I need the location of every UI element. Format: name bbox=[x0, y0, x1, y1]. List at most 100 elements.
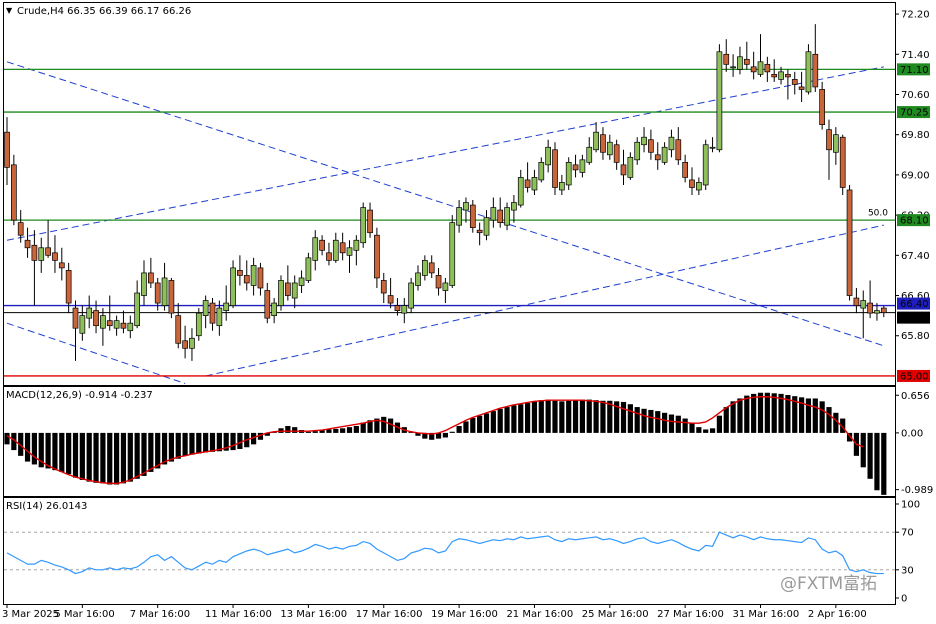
candle-body bbox=[65, 270, 72, 304]
candle bbox=[839, 134, 846, 196]
time-tick-label-4: 13 Mar 16:00 bbox=[280, 609, 347, 620]
macd-bar bbox=[867, 432, 873, 479]
macd-bar bbox=[45, 432, 51, 469]
candle-body bbox=[572, 164, 579, 171]
macd-bar bbox=[182, 432, 188, 456]
candle-body bbox=[449, 222, 456, 286]
candle-body bbox=[839, 136, 846, 188]
candle-body bbox=[798, 86, 805, 90]
candle-body bbox=[237, 270, 243, 276]
chart-header-title: Crude,H4 66.35 66.39 66.17 66.26 bbox=[17, 6, 191, 17]
macd-bar bbox=[586, 399, 592, 433]
macd-bar bbox=[716, 415, 722, 433]
candle-body bbox=[367, 209, 373, 234]
candle-body bbox=[771, 74, 778, 78]
candle bbox=[168, 277, 175, 319]
candle bbox=[360, 202, 367, 248]
candle-body bbox=[202, 300, 209, 316]
candle bbox=[716, 44, 723, 153]
candle-body bbox=[106, 320, 113, 327]
candle-body bbox=[271, 302, 277, 316]
macd-bar bbox=[805, 398, 812, 433]
candle-body bbox=[860, 300, 867, 309]
time-tick-label-2: 7 Mar 16:00 bbox=[130, 609, 190, 620]
macd-bar bbox=[737, 398, 743, 433]
candle-body bbox=[257, 267, 264, 289]
candle-body bbox=[58, 262, 65, 269]
candle-body bbox=[785, 74, 791, 78]
candle-body bbox=[880, 307, 887, 313]
candle-body bbox=[38, 247, 45, 261]
macd-bar bbox=[662, 412, 668, 433]
macd-bar bbox=[168, 432, 174, 462]
macd-bar bbox=[703, 429, 709, 433]
annotation-0: 50.0 bbox=[868, 209, 888, 219]
candle-body bbox=[778, 71, 784, 80]
candle-body bbox=[846, 189, 853, 296]
candle-body bbox=[538, 161, 545, 181]
macd-bar bbox=[120, 432, 127, 484]
candle-body bbox=[743, 58, 750, 65]
chart-annotations: 50.0 bbox=[868, 209, 888, 219]
macd-bar bbox=[72, 432, 79, 478]
rsi-tick-label-3: 0 bbox=[901, 594, 907, 605]
macd-bar bbox=[381, 416, 387, 433]
macd-bar bbox=[86, 432, 92, 482]
candle bbox=[408, 277, 414, 314]
macd-bar bbox=[237, 432, 243, 449]
candle-body bbox=[737, 56, 743, 70]
macd-bar bbox=[751, 393, 757, 433]
candle-body bbox=[654, 154, 661, 161]
candle-body bbox=[415, 272, 421, 286]
macd-bar bbox=[812, 398, 818, 433]
macd-bar bbox=[757, 392, 764, 433]
time-tick-label-8: 25 Mar 16:00 bbox=[582, 609, 649, 620]
macd-bar bbox=[4, 432, 10, 445]
price-tick-label-0: 65.80 bbox=[901, 331, 930, 342]
candle-body bbox=[661, 146, 668, 163]
candle-body bbox=[52, 252, 58, 261]
macd-bar bbox=[141, 432, 147, 476]
candle-body bbox=[435, 275, 442, 289]
candle-body bbox=[579, 159, 586, 173]
candle-body bbox=[141, 272, 147, 296]
time-tick-label-3: 11 Mar 16:00 bbox=[205, 609, 272, 620]
candle-body bbox=[79, 315, 86, 334]
macd-tick-label-2: -0.989 bbox=[901, 485, 933, 496]
macd-bar bbox=[709, 428, 716, 433]
trading-chart[interactable]: 65.8066.6067.4068.2069.0069.8070.6071.40… bbox=[0, 0, 936, 624]
macd-bar bbox=[346, 427, 353, 433]
candle-body bbox=[826, 129, 832, 151]
candle-body bbox=[511, 202, 517, 211]
candle-body bbox=[593, 131, 599, 151]
macd-bar bbox=[723, 407, 729, 433]
macd-bar bbox=[100, 432, 106, 484]
macd-bar bbox=[326, 429, 332, 433]
candle-body bbox=[161, 277, 168, 306]
candle-body bbox=[154, 282, 161, 304]
symbol-menu-caret[interactable]: ▼ bbox=[6, 6, 13, 15]
candle-body bbox=[209, 302, 216, 324]
candle-body bbox=[428, 262, 435, 274]
candle-body bbox=[689, 179, 695, 188]
main-price-axis: 65.8066.6067.4068.2069.0069.8070.6071.40… bbox=[895, 10, 930, 342]
candle-body bbox=[497, 209, 504, 224]
candle-body bbox=[332, 239, 339, 261]
rsi-title: RSI(14) 26.0143 bbox=[6, 501, 87, 512]
candle-body bbox=[517, 177, 524, 206]
candle bbox=[565, 157, 572, 190]
rsi-tick-label-0: 100 bbox=[901, 500, 920, 511]
candle-body bbox=[353, 239, 360, 251]
candle-body bbox=[627, 156, 634, 178]
candle-body bbox=[805, 51, 812, 93]
candle-body bbox=[31, 244, 38, 261]
candle-body bbox=[832, 134, 839, 153]
candle-body bbox=[791, 79, 798, 85]
rsi-panel-frame bbox=[3, 497, 896, 605]
candle-body bbox=[72, 307, 79, 329]
candle-body bbox=[305, 257, 312, 281]
macd-bar bbox=[531, 401, 538, 433]
watermark: @FXTM富拓 bbox=[780, 574, 877, 594]
macd-bar bbox=[538, 400, 544, 433]
macd-bar bbox=[31, 432, 37, 465]
